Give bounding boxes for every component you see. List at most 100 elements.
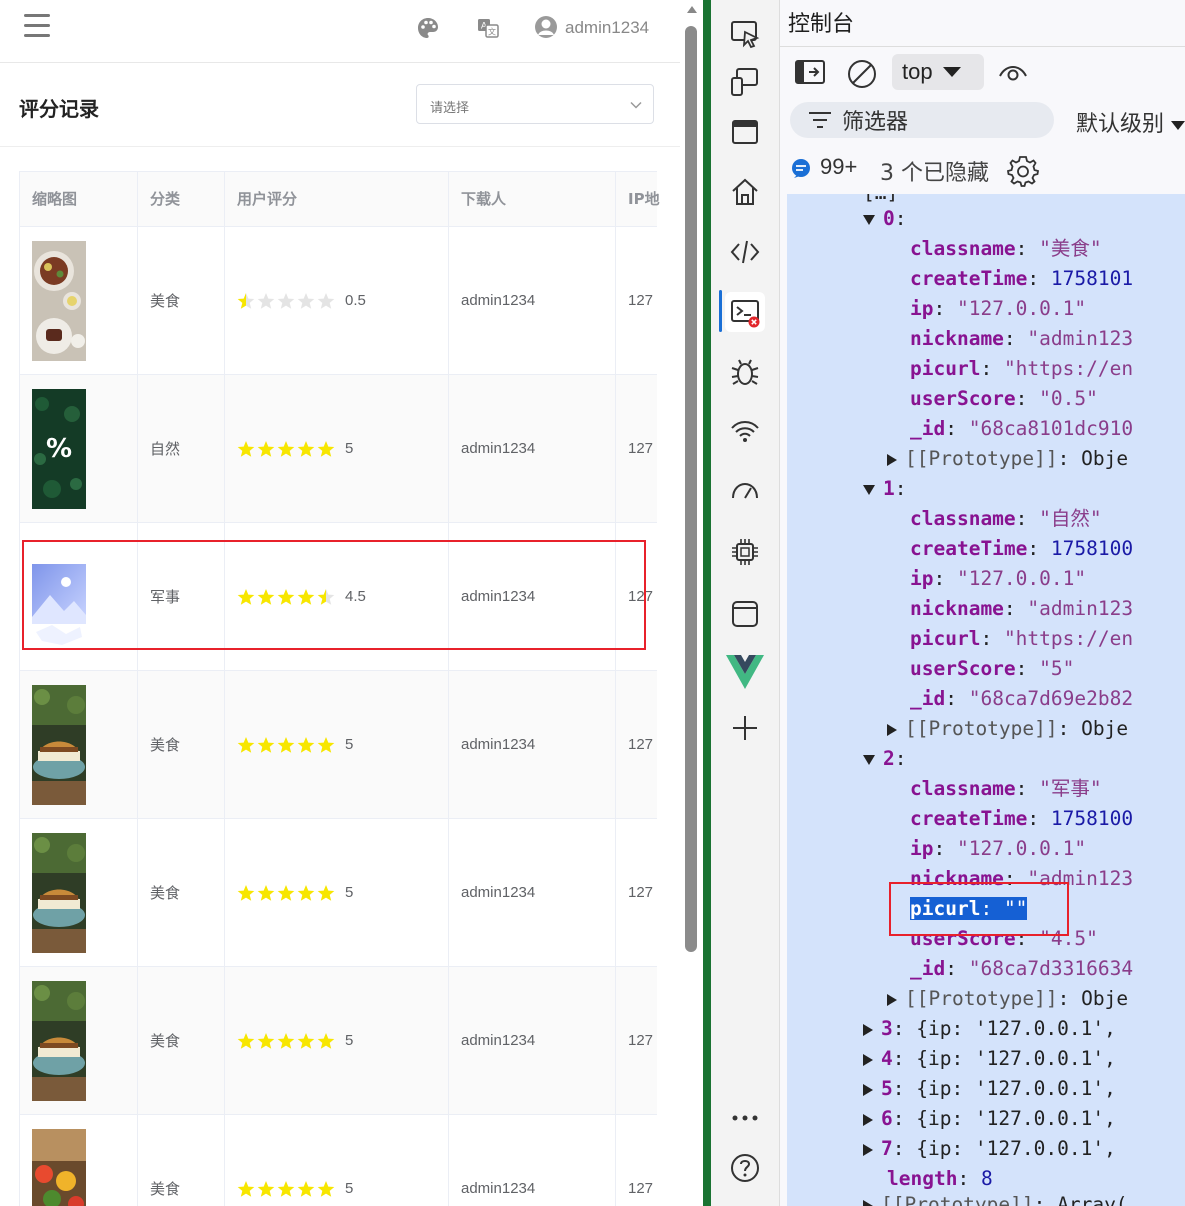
sidebar-toggle-icon[interactable] [794,58,826,86]
star-rating[interactable] [237,588,337,606]
star-icon[interactable] [277,884,295,902]
thumbnail-image[interactable] [32,536,86,657]
star-rating[interactable] [237,884,337,902]
tree-node-1[interactable]: 1: [863,474,907,504]
network-icon[interactable] [725,412,765,452]
expand-triangle-icon[interactable] [863,1023,873,1036]
clear-console-icon[interactable] [846,58,878,90]
star-icon[interactable] [257,588,275,606]
tree-node-collapsed[interactable]: 5: {ip: '127.0.0.1', [863,1074,1116,1104]
eye-icon[interactable] [998,62,1028,84]
more-icon[interactable] [725,1098,765,1138]
star-icon[interactable] [277,292,295,310]
expand-triangle-icon[interactable] [863,1143,873,1156]
scroll-up-arrow-icon[interactable] [686,4,698,14]
star-icon[interactable] [297,736,315,754]
star-icon[interactable] [317,1032,335,1050]
star-rating[interactable] [237,1032,337,1050]
star-icon[interactable] [237,884,255,902]
expand-triangle-icon[interactable] [887,993,897,1006]
star-icon[interactable] [277,1180,295,1198]
device-icon[interactable] [725,62,765,102]
table-row[interactable]: 军事 4.5 admin1234 127 [20,523,657,671]
star-icon[interactable] [237,1180,255,1198]
star-icon[interactable] [277,440,295,458]
table-row[interactable]: 美食 5 admin1234 127 [20,671,657,819]
star-icon[interactable] [317,1180,335,1198]
tree-node-collapsed[interactable]: 6: {ip: '127.0.0.1', [863,1104,1116,1134]
star-icon[interactable] [237,292,255,310]
star-icon[interactable] [237,588,255,606]
star-icon[interactable] [257,1180,275,1198]
tree-node-collapsed[interactable]: 3: {ip: '127.0.0.1', [863,1014,1116,1044]
star-icon[interactable] [237,736,255,754]
star-icon[interactable] [317,884,335,902]
expand-triangle-icon[interactable] [863,1199,873,1206]
vue-icon[interactable] [725,652,765,692]
prototype-node[interactable]: [[Prototype]]: Obje [887,444,1128,474]
inspect-icon[interactable] [725,14,765,54]
bug-icon[interactable] [725,352,765,392]
star-icon[interactable] [297,588,315,606]
star-icon[interactable] [257,292,275,310]
star-icon[interactable] [297,1180,315,1198]
table-row[interactable]: % 自然 5 admin1234 127 [20,375,657,523]
category-filter-select[interactable]: 请选择 [416,84,654,124]
prototype-node[interactable]: [[Prototype]]: Obje [887,984,1128,1014]
log-level-select[interactable]: 默认级别 [1076,106,1185,138]
star-icon[interactable] [317,588,335,606]
scroll-thumb[interactable] [685,26,697,952]
table-row[interactable]: 美食 0.5 admin1234 127 [20,227,657,375]
console-tab-title[interactable]: 控制台 [788,6,854,38]
thumbnail-image[interactable]: % [32,388,86,509]
tree-node-2[interactable]: 2: [863,744,907,774]
page-scrollbar[interactable] [680,0,703,1206]
tree-node-collapsed[interactable]: 4: {ip: '127.0.0.1', [863,1044,1116,1074]
star-icon[interactable] [277,588,295,606]
star-rating[interactable] [237,736,337,754]
star-icon[interactable] [277,1032,295,1050]
console-filter-input[interactable]: 筛选器 [790,102,1054,138]
star-icon[interactable] [277,736,295,754]
star-icon[interactable] [297,292,315,310]
console-icon[interactable] [725,292,765,332]
palette-icon[interactable] [417,17,439,39]
expand-triangle-icon[interactable] [863,1083,873,1096]
star-icon[interactable] [317,292,335,310]
console-output[interactable]: […] 0: classname: "美食" createTime: 17581… [787,194,1185,1206]
issues-count[interactable]: 99+ [820,154,857,180]
user-menu[interactable]: admin1234 [534,13,649,43]
translate-icon[interactable]: A 文 [477,17,499,39]
home-icon[interactable] [725,172,765,212]
thumbnail-image[interactable] [32,684,86,805]
application-icon[interactable] [725,594,765,634]
star-rating[interactable] [237,440,337,458]
table-row[interactable]: 美食 5 admin1234 127 [20,819,657,967]
tree-node-collapsed[interactable]: 7: {ip: '127.0.0.1', [863,1134,1116,1164]
tree-node-0[interactable]: 0: [863,204,907,234]
star-rating[interactable] [237,292,337,310]
memory-icon[interactable] [725,532,765,572]
context-select[interactable]: top [892,54,984,90]
expand-triangle-icon[interactable] [863,1113,873,1126]
add-icon[interactable] [725,708,765,748]
star-rating[interactable] [237,1180,337,1198]
gear-icon[interactable] [1006,153,1040,187]
expand-triangle-icon[interactable] [863,214,875,225]
star-icon[interactable] [237,1032,255,1050]
message-icon[interactable] [790,158,812,180]
help-icon[interactable] [725,1148,765,1188]
panel-icon[interactable] [725,112,765,152]
star-icon[interactable] [257,884,275,902]
performance-icon[interactable] [725,472,765,512]
prototype-node[interactable]: [[Prototype]]: Array( [863,1190,1128,1206]
expand-triangle-icon[interactable] [863,754,875,765]
expand-triangle-icon[interactable] [887,453,897,466]
prototype-node[interactable]: [[Prototype]]: Obje [887,714,1128,744]
thumbnail-image[interactable] [32,240,86,361]
star-icon[interactable] [317,440,335,458]
star-icon[interactable] [297,1032,315,1050]
expand-triangle-icon[interactable] [887,723,897,736]
expand-triangle-icon[interactable] [863,484,875,495]
star-icon[interactable] [297,884,315,902]
